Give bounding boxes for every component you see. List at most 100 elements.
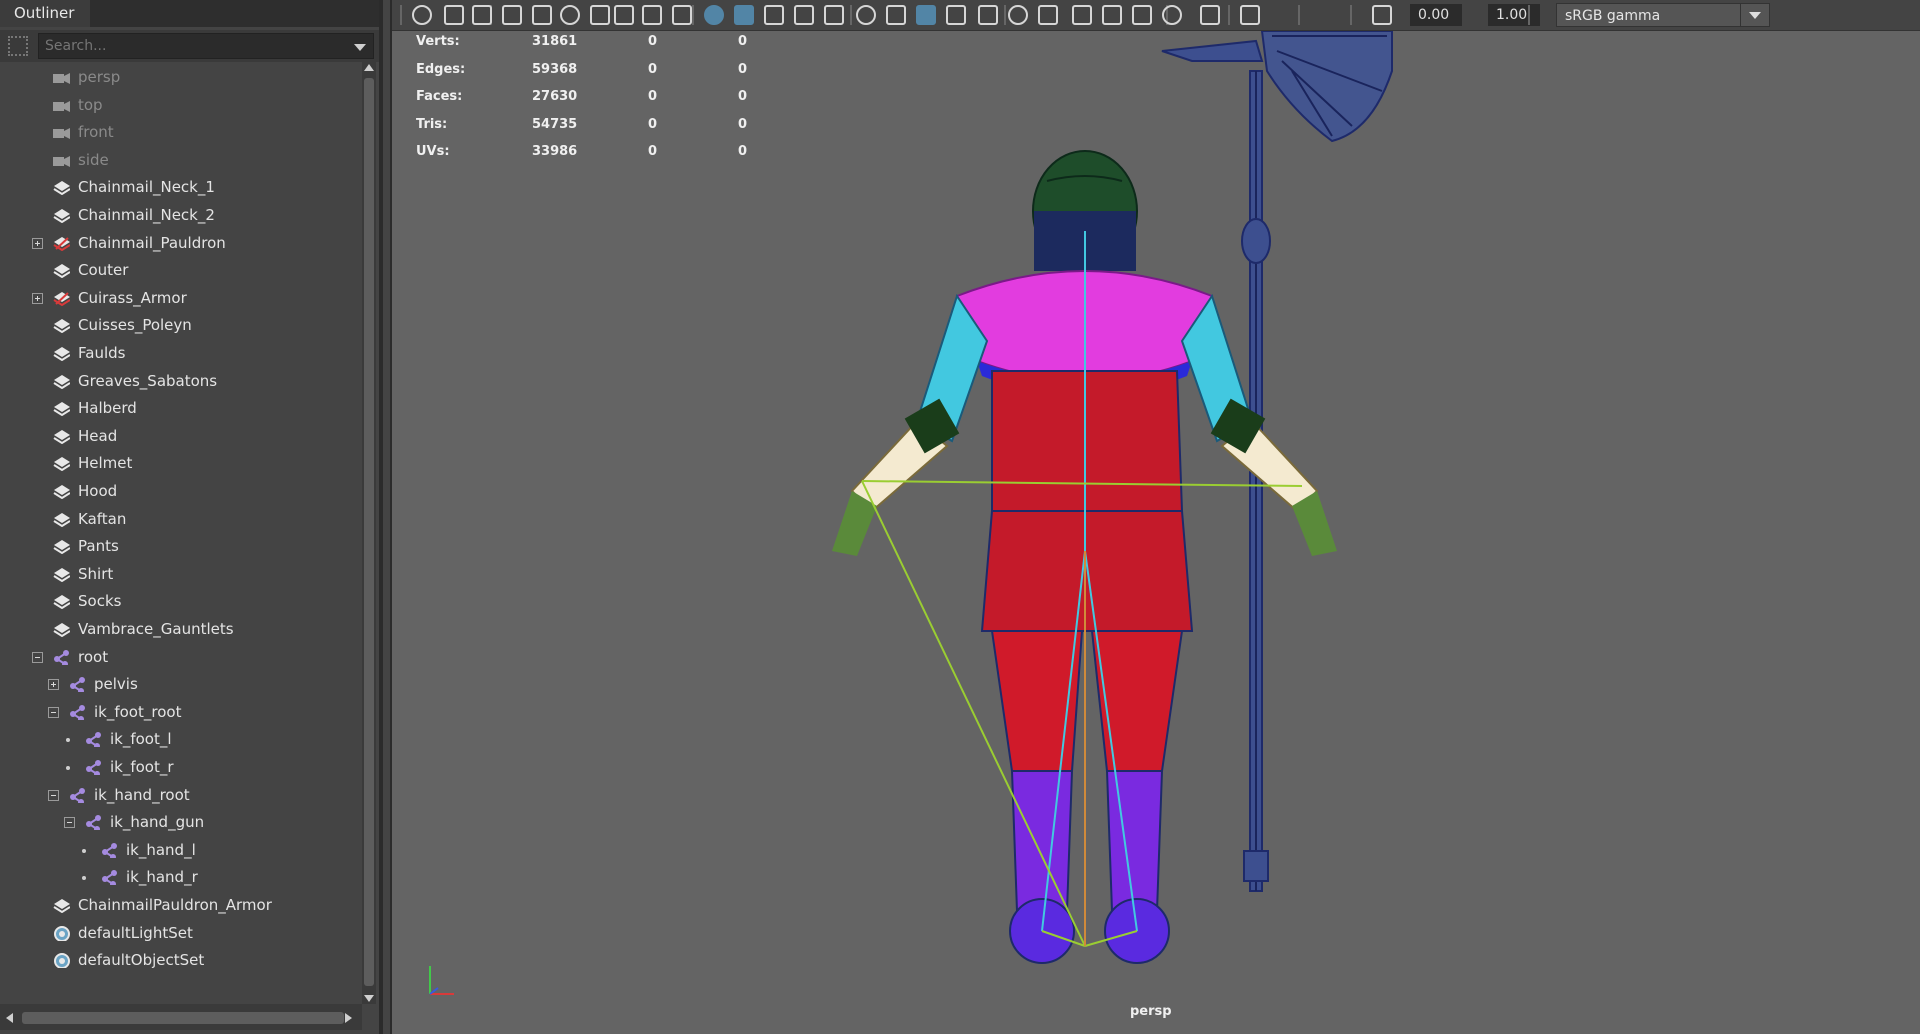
outliner-item[interactable]: Couter xyxy=(0,257,360,284)
collapse-icon[interactable] xyxy=(32,651,43,663)
outliner-item[interactable]: ik_foot_l xyxy=(0,726,360,753)
scroll-thumb[interactable] xyxy=(364,78,374,986)
outliner-item-label: Socks xyxy=(78,592,122,611)
color-space-select[interactable]: sRGB gamma xyxy=(1556,3,1770,27)
viewport-panel[interactable]: 0.00 1.00 sRGB gamma Verts: 31861 0 0 Edges:… xyxy=(390,0,1920,1034)
search-options-dropdown-icon[interactable] xyxy=(354,44,366,51)
smooth-shade-icon[interactable] xyxy=(764,5,784,25)
use-all-lights-icon[interactable] xyxy=(886,5,906,25)
outliner-item[interactable]: root xyxy=(0,644,360,671)
outliner-item[interactable]: Halberd xyxy=(0,395,360,422)
outliner-item[interactable]: ik_hand_gun xyxy=(0,809,360,836)
safe-action-icon[interactable] xyxy=(672,5,692,25)
outliner-item[interactable]: Greaves_Sabatons xyxy=(0,368,360,395)
bookmark-icon[interactable] xyxy=(472,5,492,25)
outliner-item[interactable]: top xyxy=(0,92,360,119)
resolution-gate-icon[interactable] xyxy=(590,5,610,25)
collapse-icon[interactable] xyxy=(64,817,75,829)
outliner-item[interactable]: Socks xyxy=(0,588,360,615)
outliner-item[interactable]: ik_foot_root xyxy=(0,699,360,726)
isolate-select-icon[interactable] xyxy=(1072,5,1092,25)
outliner-item[interactable]: Vambrace_Gauntlets xyxy=(0,616,360,643)
gamma-icon[interactable] xyxy=(1240,5,1260,25)
wireframe-on-shaded-icon[interactable] xyxy=(824,5,844,25)
outliner-item-label: Pants xyxy=(78,537,119,556)
grid-icon[interactable] xyxy=(532,5,552,25)
textured-icon[interactable] xyxy=(856,5,876,25)
hscroll-thumb[interactable] xyxy=(22,1012,344,1024)
anti-aliasing-icon[interactable] xyxy=(1008,5,1028,25)
outliner-item[interactable]: persp xyxy=(0,64,360,91)
outliner-item[interactable]: Hood xyxy=(0,478,360,505)
depth-of-field-icon[interactable] xyxy=(1038,5,1058,25)
exposure-field[interactable]: 0.00 xyxy=(1410,4,1462,26)
scroll-left-icon[interactable] xyxy=(6,1013,13,1023)
scene-view[interactable] xyxy=(392,31,1920,1001)
motion-blur-icon[interactable] xyxy=(978,5,998,25)
outliner-item[interactable]: Chainmail_Neck_2 xyxy=(0,202,360,229)
collapse-icon[interactable] xyxy=(48,789,59,801)
gate-mask-icon[interactable] xyxy=(614,5,634,25)
ambient-occlusion-icon[interactable] xyxy=(946,5,966,25)
camera-icon xyxy=(53,128,70,140)
image-plane-icon[interactable] xyxy=(502,5,522,25)
outliner-item-label: Greaves_Sabatons xyxy=(78,371,218,390)
joint-icon xyxy=(86,815,101,831)
outliner-item[interactable]: defaultObjectSet xyxy=(0,947,360,974)
scroll-right-icon[interactable] xyxy=(345,1013,352,1023)
outliner-item[interactable]: side xyxy=(0,147,360,174)
outliner-item[interactable]: ik_foot_r xyxy=(0,754,360,781)
scroll-up-icon[interactable] xyxy=(364,64,374,71)
outliner-item[interactable]: Head xyxy=(0,423,360,450)
default-material-icon[interactable] xyxy=(794,5,814,25)
outliner-item[interactable]: Faulds xyxy=(0,340,360,367)
tab-outliner[interactable]: Outliner xyxy=(0,0,90,27)
outliner-item[interactable]: defaultLightSet xyxy=(0,920,360,947)
scroll-down-icon[interactable] xyxy=(364,995,374,1002)
outliner-item-label: Head xyxy=(78,426,118,445)
outliner-item[interactable]: Cuirass_Armor xyxy=(0,285,360,312)
camera-icon xyxy=(53,100,70,112)
outliner-item[interactable]: Chainmail_Neck_1 xyxy=(0,174,360,201)
xray-components-icon[interactable] xyxy=(1162,5,1182,25)
gamma-field[interactable]: 1.00 xyxy=(1488,4,1540,26)
color-management-icon[interactable] xyxy=(1372,5,1392,25)
expand-icon[interactable] xyxy=(32,292,43,304)
wireframe-icon[interactable] xyxy=(734,5,754,25)
outliner-item[interactable]: pelvis xyxy=(0,671,360,698)
field-chart-icon[interactable] xyxy=(642,5,662,25)
safe-title-icon[interactable] xyxy=(704,5,724,25)
horizontal-scrollbar[interactable] xyxy=(0,1004,362,1030)
expand-icon[interactable] xyxy=(48,679,59,691)
outliner-item[interactable]: ik_hand_r xyxy=(0,864,360,891)
outliner-item[interactable]: ik_hand_root xyxy=(0,782,360,809)
chevron-down-icon[interactable] xyxy=(1749,12,1761,19)
vertical-scrollbar[interactable] xyxy=(362,62,376,1004)
shadows-icon[interactable] xyxy=(916,5,936,25)
outliner-item-label: Cuisses_Poleyn xyxy=(78,316,192,335)
search-input[interactable] xyxy=(39,34,339,58)
panel-grip-icon[interactable] xyxy=(8,36,28,56)
outliner-item[interactable]: Helmet xyxy=(0,450,360,477)
camera-attributes-icon[interactable] xyxy=(444,5,464,25)
xray-icon[interactable] xyxy=(1102,5,1122,25)
set-icon xyxy=(54,925,70,941)
outliner-item[interactable]: Kaftan xyxy=(0,506,360,533)
outliner-item[interactable]: ChainmailPauldron_Armor xyxy=(0,892,360,919)
expand-icon[interactable] xyxy=(32,237,43,249)
viewport-toolbar: 0.00 1.00 sRGB gamma xyxy=(392,0,1920,31)
outliner-item[interactable]: ik_hand_l xyxy=(0,837,360,864)
outliner-item[interactable]: Chainmail_Pauldron xyxy=(0,230,360,257)
outliner-item-label: ChainmailPauldron_Armor xyxy=(78,896,272,914)
collapse-icon[interactable] xyxy=(48,706,59,718)
outliner-item[interactable]: front xyxy=(0,119,360,146)
outliner-item-label: root xyxy=(78,647,109,666)
outliner-item[interactable]: Pants xyxy=(0,533,360,560)
outliner-item[interactable]: Cuisses_Poleyn xyxy=(0,312,360,339)
xray-joints-icon[interactable] xyxy=(1132,5,1152,25)
exposure-icon[interactable] xyxy=(1200,5,1220,25)
select-camera-icon[interactable] xyxy=(412,5,432,25)
film-gate-icon[interactable] xyxy=(560,5,580,25)
outliner-item[interactable]: Shirt xyxy=(0,561,360,588)
search-field[interactable] xyxy=(38,33,374,59)
